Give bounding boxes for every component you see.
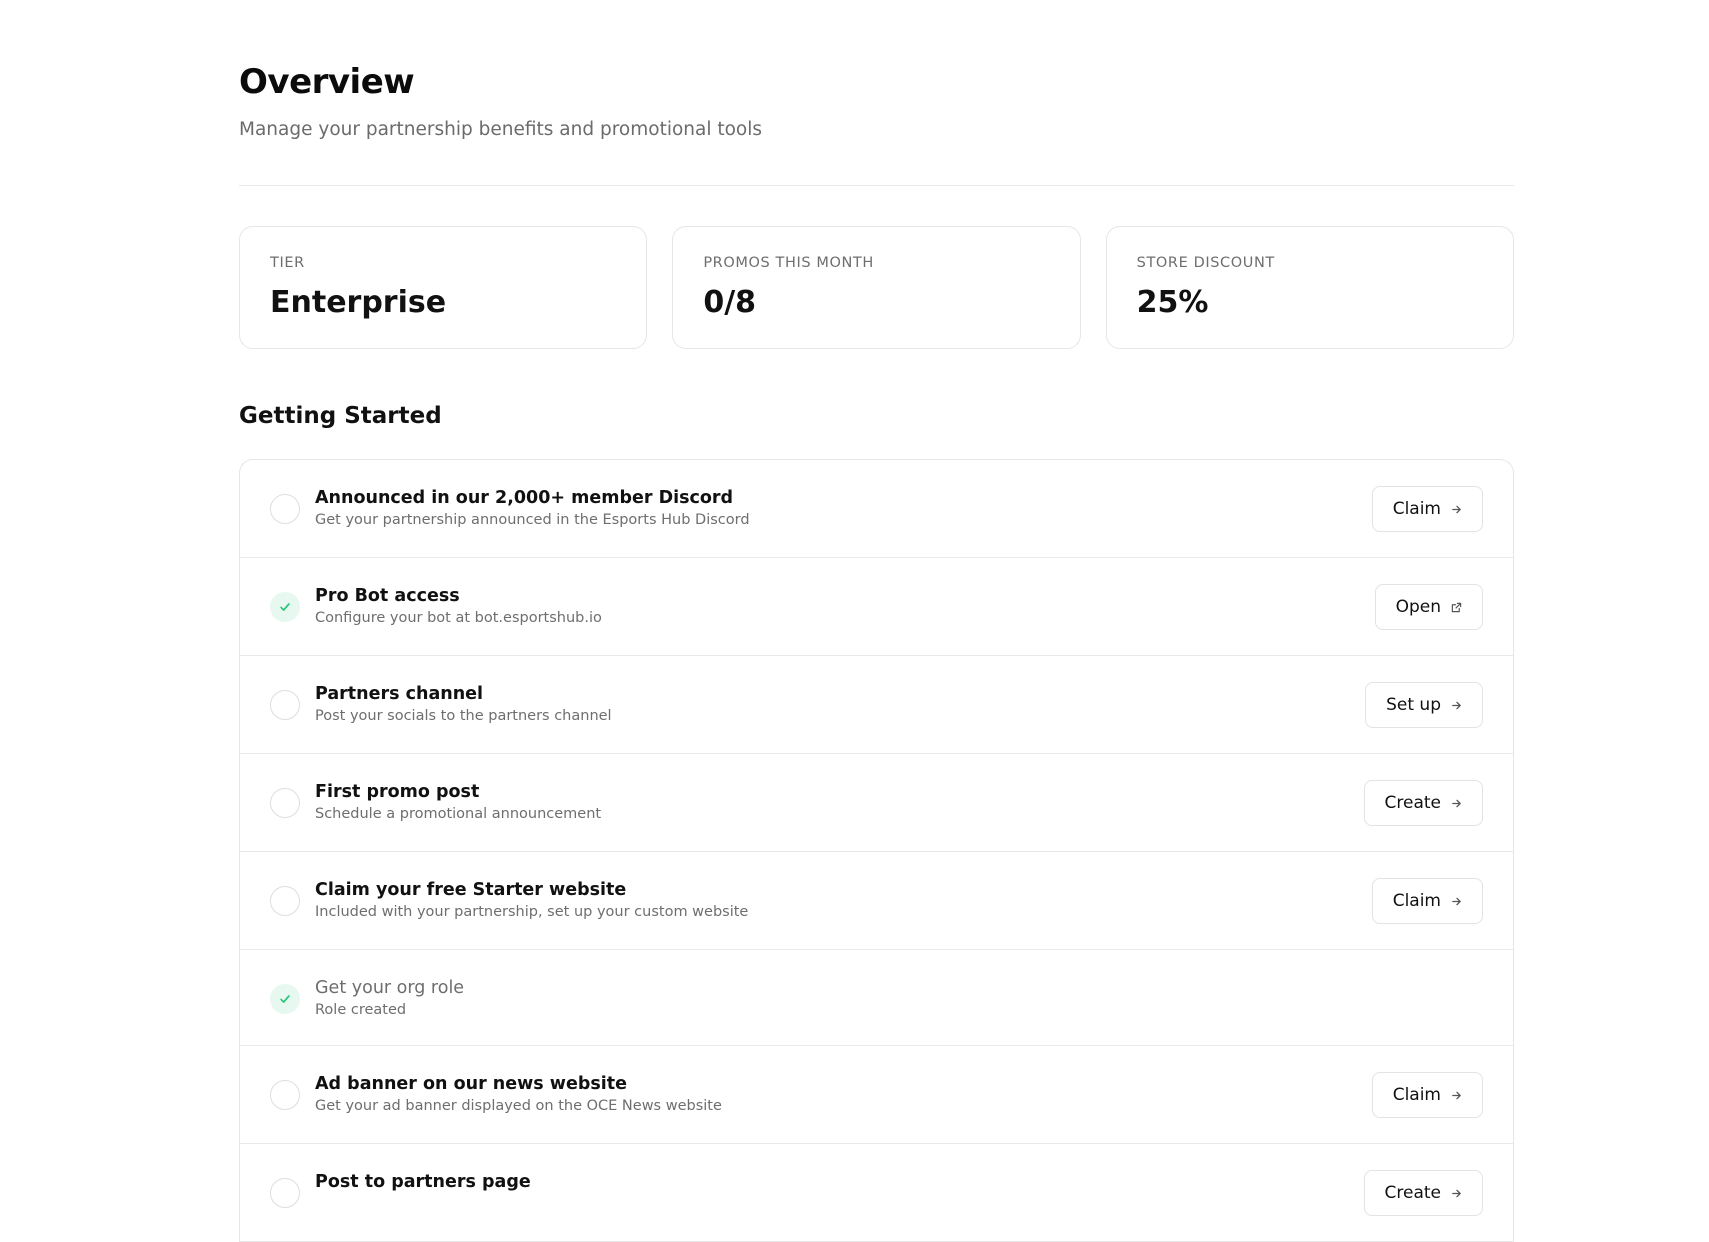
page-subtitle: Manage your partnership benefits and pro… <box>239 119 763 140</box>
checklist-item-title: Post to partners page <box>315 1172 531 1192</box>
stat-label: STORE DISCOUNT <box>1136 255 1275 271</box>
claim-button[interactable]: Claim <box>1371 486 1483 532</box>
checklist-item-description: Get your partnership announced in the Es… <box>315 512 750 528</box>
checklist-item-title: First promo post <box>315 782 480 802</box>
checklist-item-text: Get your org role Role created <box>315 978 464 1018</box>
create-button[interactable]: Create <box>1363 780 1483 826</box>
arrow-right-icon <box>1451 1090 1462 1101</box>
stat-label: TIER <box>270 255 305 271</box>
open-button[interactable]: Open <box>1374 584 1483 630</box>
header-divider <box>239 185 1514 186</box>
checklist-item-description: Included with your partnership, set up y… <box>315 904 749 920</box>
arrow-right-icon <box>1451 700 1462 711</box>
empty-circle-icon <box>270 1178 300 1208</box>
external-link-icon <box>1451 602 1462 613</box>
check-circle-icon <box>270 592 300 622</box>
button-label: Claim <box>1392 891 1441 911</box>
stat-value: 0/8 <box>703 285 757 320</box>
checklist-item-text: Claim your free Starter website Included … <box>315 880 748 920</box>
stat-value: 25% <box>1136 285 1209 320</box>
checklist-item: Post to partners page Create <box>240 1144 1513 1242</box>
checklist-item-title: Ad banner on our news website <box>315 1074 628 1094</box>
stat-card-tier: TIER Enterprise <box>239 226 648 349</box>
button-label: Claim <box>1392 1085 1441 1105</box>
section-title-getting-started: Getting Started <box>239 403 442 429</box>
page-title: Overview <box>239 62 415 102</box>
empty-circle-icon <box>270 788 300 818</box>
button-label: Set up <box>1386 695 1441 715</box>
empty-circle-icon <box>270 1080 300 1110</box>
create-button[interactable]: Create <box>1363 1170 1483 1216</box>
checklist-item: First promo post Schedule a promotional a… <box>240 754 1513 852</box>
checklist-item-text: First promo post Schedule a promotional a… <box>315 782 601 822</box>
arrow-right-icon <box>1451 798 1462 809</box>
stat-card-discount: STORE DISCOUNT 25% <box>1105 226 1514 349</box>
empty-circle-icon <box>270 886 300 916</box>
button-label: Open <box>1395 597 1441 617</box>
button-label: Create <box>1384 1183 1442 1203</box>
checklist-item: Pro Bot access Configure your bot at bot.… <box>240 558 1513 656</box>
checklist-item-text: Ad banner on our news website Get your ad… <box>315 1074 722 1114</box>
arrow-right-icon <box>1451 504 1462 515</box>
checklist-item-text: Pro Bot access Configure your bot at bot.… <box>315 586 602 626</box>
checklist-item-title: Pro Bot access <box>315 586 460 606</box>
checklist-item-description: Schedule a promotional announcement <box>315 806 602 822</box>
stat-label: PROMOS THIS MONTH <box>703 255 874 271</box>
checklist-item-title: Partners channel <box>315 684 484 704</box>
checklist-item-description: Post your socials to the partners channe… <box>315 708 612 724</box>
arrow-right-icon <box>1451 1188 1462 1199</box>
set-up-button[interactable]: Set up <box>1365 682 1483 728</box>
button-label: Create <box>1384 793 1442 813</box>
checklist-item-description: Configure your bot at bot.esportshub.io <box>315 610 602 626</box>
checklist-item-title: Announced in our 2,000+ member Discord <box>315 488 734 508</box>
checklist-item: Announced in our 2,000+ member Discord Ge… <box>240 460 1513 558</box>
stats-row: TIER Enterprise PROMOS THIS MONTH 0/8 ST… <box>239 226 1514 349</box>
getting-started-checklist: Announced in our 2,000+ member Discord Ge… <box>239 459 1514 1242</box>
checklist-item-text: Announced in our 2,000+ member Discord Ge… <box>315 488 750 528</box>
button-label: Claim <box>1392 499 1441 519</box>
checklist-item-description: Role created <box>315 1002 407 1018</box>
checklist-item: Claim your free Starter website Included … <box>240 852 1513 950</box>
checklist-item: Ad banner on our news website Get your ad… <box>240 1046 1513 1144</box>
arrow-right-icon <box>1451 896 1462 907</box>
checklist-item: Partners channel Post your socials to the… <box>240 656 1513 754</box>
empty-circle-icon <box>270 690 300 720</box>
claim-button[interactable]: Claim <box>1371 1072 1483 1118</box>
claim-button[interactable]: Claim <box>1371 878 1483 924</box>
checklist-item-description: Get your ad banner displayed on the OCE … <box>315 1098 722 1114</box>
checklist-item-title: Get your org role <box>315 978 465 998</box>
checklist-item: Get your org role Role created <box>240 950 1513 1046</box>
checklist-item-title: Claim your free Starter website <box>315 880 627 900</box>
stat-card-promos: PROMOS THIS MONTH 0/8 <box>672 226 1081 349</box>
checklist-item-text: Post to partners page <box>315 1172 531 1196</box>
check-circle-icon <box>270 984 300 1014</box>
empty-circle-icon <box>270 494 300 524</box>
checklist-item-text: Partners channel Post your socials to the… <box>315 684 612 724</box>
stat-value: Enterprise <box>270 285 447 320</box>
